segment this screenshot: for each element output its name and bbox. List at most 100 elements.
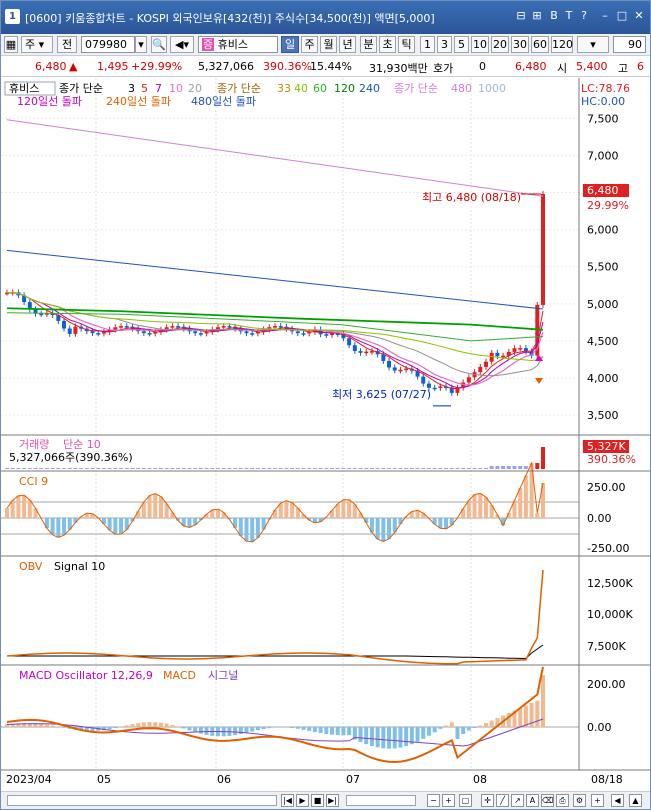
- font-icon[interactable]: T: [562, 9, 576, 23]
- interval-custom-select[interactable]: ▾: [577, 36, 609, 53]
- obv-signal-legend[interactable]: Signal 10: [54, 560, 105, 573]
- chart-area[interactable]: 휴비스 종가 단순 3 5 7 10 20 종가 단순 33 40 60 120…: [1, 78, 650, 792]
- volume-bar: [244, 468, 249, 469]
- ma-240-legend[interactable]: 240: [359, 82, 380, 95]
- window-number-badge: 1: [5, 9, 20, 24]
- ma-120-legend[interactable]: 120: [334, 82, 355, 95]
- period-year-button[interactable]: 년: [339, 36, 356, 53]
- ma-20-legend[interactable]: 20: [188, 82, 202, 95]
- break-480-legend[interactable]: 480일선 돌파: [191, 94, 256, 108]
- ma-legend-title-2[interactable]: 종가 단순: [217, 82, 261, 95]
- period-month-button[interactable]: 월: [320, 36, 337, 53]
- restore-icon[interactable]: ⊟: [514, 9, 528, 23]
- candle-body: [170, 326, 175, 328]
- chart-scrollbar[interactable]: [7, 795, 277, 806]
- ma-33-legend[interactable]: 33: [277, 82, 291, 95]
- interval-20-button[interactable]: 20: [491, 36, 509, 53]
- high-value: 6: [637, 60, 644, 73]
- candle-body: [478, 366, 483, 373]
- count-input[interactable]: 90: [613, 36, 646, 53]
- scroll-play-icon[interactable]: ▶: [296, 794, 309, 807]
- maximize-icon[interactable]: □: [615, 9, 629, 23]
- volume-bar: [535, 463, 540, 469]
- ma-60-legend[interactable]: 60: [313, 82, 327, 95]
- left-arrow-icon[interactable]: ◀: [611, 794, 624, 807]
- print-icon[interactable]: ⎙: [556, 794, 569, 807]
- period-day-button[interactable]: 일: [281, 36, 299, 53]
- volume-ma-legend[interactable]: 단순 10: [63, 438, 101, 451]
- cci-fill-up: [518, 488, 523, 518]
- macd-osc-bar: [187, 727, 192, 731]
- help-icon[interactable]: ?: [577, 9, 591, 23]
- ma-7-legend[interactable]: 7: [155, 82, 162, 95]
- ma-5-legend[interactable]: 5: [141, 82, 148, 95]
- right-arrow-icon[interactable]: ▲: [629, 794, 642, 807]
- zoom-in-icon[interactable]: +: [442, 794, 455, 807]
- cci-legend[interactable]: CCI 9: [19, 475, 48, 488]
- scroll-first-icon[interactable]: |◀: [281, 794, 294, 807]
- save-icon[interactable]: ⊞: [530, 9, 544, 23]
- volume-bar: [307, 468, 312, 469]
- candle-body: [364, 351, 369, 354]
- stock-code-input[interactable]: 079980: [81, 36, 135, 53]
- macd-osc-bar: [535, 700, 540, 727]
- fit-icon[interactable]: ▢: [459, 794, 472, 807]
- settings-icon[interactable]: ⚙: [573, 794, 586, 807]
- bold-icon[interactable]: B: [547, 9, 561, 23]
- macd-osc-bar: [438, 727, 443, 729]
- volume-bar: [381, 468, 386, 469]
- interval-5-button[interactable]: 5: [454, 36, 469, 53]
- open-label: 시: [557, 62, 568, 75]
- add-icon[interactable]: +: [591, 794, 604, 807]
- ma-1000-legend[interactable]: 1000: [478, 82, 506, 95]
- speaker-icon[interactable]: ◀▾: [170, 36, 194, 53]
- interval-120-button[interactable]: 120: [551, 36, 573, 53]
- x-label-06: 06: [217, 773, 231, 786]
- volume-legend[interactable]: 거래량: [19, 438, 49, 451]
- grid-toggle-icon[interactable]: ▦: [4, 36, 18, 53]
- ma-40-legend[interactable]: 40: [294, 82, 308, 95]
- macd-signal-legend[interactable]: 시그널: [208, 669, 238, 682]
- stock-name-field[interactable]: 증 휴비스: [198, 36, 278, 53]
- minimize-icon[interactable]: –: [598, 9, 612, 23]
- obv-legend[interactable]: OBV: [19, 560, 43, 573]
- ma-legend-title[interactable]: 종가 단순: [59, 82, 103, 95]
- period-week-button[interactable]: 주: [301, 36, 318, 53]
- interval-30-button[interactable]: 30: [511, 36, 529, 53]
- scroll-last-icon[interactable]: ▶|: [326, 794, 339, 807]
- macd-osc-legend[interactable]: MACD Oscillator 12,26,9: [19, 669, 153, 682]
- crosshair-icon[interactable]: ✛: [481, 794, 494, 807]
- macd-legend[interactable]: MACD: [163, 669, 196, 682]
- chart-svg[interactable]: 휴비스 종가 단순 3 5 7 10 20 종가 단순 33 40 60 120…: [1, 78, 650, 792]
- erase-tool-icon[interactable]: ⌫: [541, 794, 554, 807]
- market-select[interactable]: 주 ▾: [21, 36, 53, 53]
- scroll-stop-icon[interactable]: ■: [311, 794, 324, 807]
- line-tool-icon[interactable]: ╱: [496, 794, 509, 807]
- period-tick-button[interactable]: 틱: [398, 36, 415, 53]
- ma-480-legend[interactable]: 480: [451, 82, 472, 95]
- interval-1-button[interactable]: 1: [420, 36, 435, 53]
- period-minute-button[interactable]: 분: [360, 36, 377, 53]
- interval-10-button[interactable]: 10: [471, 36, 489, 53]
- ma-legend-title-3[interactable]: 종가 단순: [394, 82, 438, 95]
- break-240-legend[interactable]: 240일선 돌파: [106, 94, 171, 108]
- ma-10-legend[interactable]: 10: [169, 82, 183, 95]
- interval-60-button[interactable]: 60: [531, 36, 549, 53]
- break-120-legend[interactable]: 120일선 돌파: [17, 94, 82, 108]
- zoom-slider[interactable]: [346, 795, 416, 806]
- arrow-tool-icon[interactable]: ↗: [511, 794, 524, 807]
- interval-3-button[interactable]: 3: [437, 36, 452, 53]
- stock-legend[interactable]: 휴비스: [9, 82, 39, 95]
- code-dropdown-icon[interactable]: ▾: [135, 36, 147, 53]
- prev-button[interactable]: 전: [57, 36, 77, 53]
- macd-osc-bar: [250, 727, 255, 732]
- volume-bar: [409, 468, 414, 469]
- cci-fill-down: [56, 518, 61, 538]
- text-tool-icon[interactable]: A: [526, 794, 539, 807]
- volume-bar: [16, 468, 21, 469]
- ma-3-legend[interactable]: 3: [128, 82, 135, 95]
- zoom-out-icon[interactable]: −: [427, 794, 440, 807]
- search-icon[interactable]: 🔍: [151, 36, 167, 53]
- close-icon[interactable]: ✕: [632, 9, 646, 23]
- period-second-button[interactable]: 초: [379, 36, 396, 53]
